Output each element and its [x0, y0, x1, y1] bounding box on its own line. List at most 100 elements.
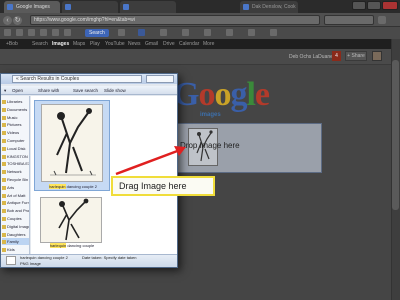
bookmark-item[interactable] — [226, 29, 235, 37]
maximize-button[interactable] — [367, 1, 381, 10]
folder-icon — [2, 99, 6, 104]
nav-item[interactable]: Antique Furniture — [2, 199, 29, 206]
notification-badge[interactable]: 4 — [332, 51, 341, 61]
bookmark-icon — [16, 29, 23, 37]
details-date-taken[interactable]: Date taken: Specify date taken — [82, 255, 136, 261]
nav-item[interactable]: Digital Images — [2, 223, 29, 230]
bookmark-icon — [52, 29, 59, 37]
toolbar-share-with[interactable]: Share with — [38, 87, 59, 94]
gnav-youtube[interactable]: YouTube — [105, 40, 125, 48]
nav-item[interactable]: Computer — [2, 137, 29, 144]
wrench-icon[interactable] — [378, 16, 386, 24]
gnav-plus[interactable]: +Bob — [6, 40, 18, 48]
nav-item[interactable]: Documents — [2, 106, 29, 113]
nav-item[interactable]: Pictures — [2, 121, 29, 128]
nav-item[interactable]: Network — [2, 168, 29, 175]
folder-icon — [2, 138, 6, 143]
folder-icon — [2, 146, 6, 151]
logo-letter: l — [246, 76, 256, 113]
tab-4[interactable]: Dak Denslow, Cook — [240, 1, 298, 13]
avatar[interactable] — [372, 51, 382, 61]
bookmark-item[interactable] — [182, 29, 191, 37]
nav-item-label: Music — [7, 114, 18, 120]
bookmark-item[interactable] — [16, 29, 25, 37]
bookmark-item[interactable] — [40, 29, 49, 37]
file-item[interactable]: harlequin dancing couple — [34, 194, 110, 250]
gnav-news[interactable]: News — [128, 40, 141, 48]
file-item[interactable]: harlequin dancing couple 2 — [34, 100, 110, 191]
folder-icon — [2, 201, 6, 206]
bookmark-item[interactable] — [118, 29, 127, 37]
gnav-images[interactable]: Images — [52, 40, 69, 48]
nav-item[interactable]: Local Disk — [2, 145, 29, 152]
nav-item[interactable]: Family — [2, 238, 29, 246]
nav-item[interactable]: Bob and Project — [2, 207, 29, 214]
breadcrumb[interactable]: « Search Results in Couples — [12, 75, 142, 83]
gnav-maps[interactable]: Maps — [73, 40, 85, 48]
nav-item-label: Network — [7, 169, 22, 175]
folder-icon — [2, 216, 6, 221]
bookmark-item[interactable] — [160, 29, 169, 37]
bookmark-icon — [4, 29, 11, 37]
back-icon[interactable]: ‹ — [3, 16, 12, 25]
gnav-search[interactable]: Search — [32, 40, 48, 48]
url-input[interactable]: https://www.google.com/imghp?hl=en&tab=w… — [30, 15, 320, 25]
nav-item[interactable]: Art of Matt — [2, 192, 29, 199]
nav-item[interactable]: Recycle Bin — [2, 176, 29, 183]
nav-item-label: Pictures — [7, 122, 22, 128]
folder-icon — [2, 185, 6, 190]
user-name[interactable]: Deb Ochs LaDuane — [289, 53, 333, 61]
file-name-rest: dancing couple — [67, 243, 95, 248]
tab-2[interactable] — [62, 1, 118, 13]
nav-item[interactable]: Daughters — [2, 231, 29, 238]
gnav-play[interactable]: Play — [90, 40, 100, 48]
tab-3[interactable] — [120, 1, 176, 13]
toolbar-slide-show[interactable]: Slide show — [104, 87, 126, 94]
bookmark-item[interactable] — [64, 29, 73, 37]
file-name-rest: dancing couple 2 — [66, 184, 97, 189]
nav-item[interactable]: Kids — [2, 246, 29, 253]
nav-item-label: Art of Matt — [7, 192, 26, 198]
scrollbar-thumb[interactable] — [392, 60, 399, 210]
gnav-calendar[interactable]: Calendar — [179, 40, 199, 48]
nav-item[interactable]: TOSHIBA EXT — [2, 160, 29, 167]
gnav-more[interactable]: More — [203, 40, 214, 48]
nav-item-label: Antique Furniture — [7, 200, 29, 206]
bookmark-search-button[interactable]: Search — [85, 29, 109, 37]
browser-search-box[interactable] — [324, 15, 374, 25]
refresh-icon[interactable]: ↻ — [13, 16, 22, 25]
bookmark-icon — [226, 29, 233, 37]
dancing-couple-image — [58, 198, 89, 241]
toolbar-save-search[interactable]: Save search — [73, 87, 98, 94]
nav-item[interactable]: Music — [2, 114, 29, 121]
close-window-button[interactable] — [382, 1, 398, 10]
folder-icon — [2, 162, 6, 167]
nav-item[interactable]: Arts — [2, 184, 29, 191]
gnav-gmail[interactable]: Gmail — [145, 40, 158, 48]
bookmark-facebook[interactable] — [138, 29, 147, 37]
nav-item-label: Kids — [7, 247, 15, 253]
explorer-search-input[interactable] — [146, 75, 174, 83]
nav-item[interactable]: Libraries — [2, 98, 29, 105]
minimize-button[interactable] — [352, 1, 366, 10]
share-button[interactable]: + Share — [345, 51, 367, 61]
toolbar-open[interactable]: Open — [12, 87, 23, 94]
gnav-drive[interactable]: Drive — [163, 40, 175, 48]
file-thumbnail — [41, 104, 103, 182]
bookmark-item[interactable] — [204, 29, 213, 37]
folder-icon — [2, 248, 6, 253]
bookmark-item[interactable] — [4, 29, 13, 37]
folder-icon — [2, 177, 6, 182]
bookmark-item[interactable] — [248, 29, 257, 37]
annotation-arrow — [115, 146, 186, 176]
nav-item-label: KINGSTON — [7, 153, 28, 159]
toolbar-organize[interactable]: ▾ — [4, 87, 6, 94]
nav-item[interactable]: KINGSTON — [2, 153, 29, 160]
tab-google-images[interactable]: Google Images — [4, 1, 60, 13]
bookmark-item[interactable] — [270, 29, 279, 37]
folder-icon — [2, 154, 6, 159]
bookmark-item[interactable] — [52, 29, 61, 37]
nav-item[interactable]: Videos — [2, 129, 29, 136]
bookmark-item[interactable] — [28, 29, 37, 37]
nav-item[interactable]: Couples — [2, 215, 29, 222]
